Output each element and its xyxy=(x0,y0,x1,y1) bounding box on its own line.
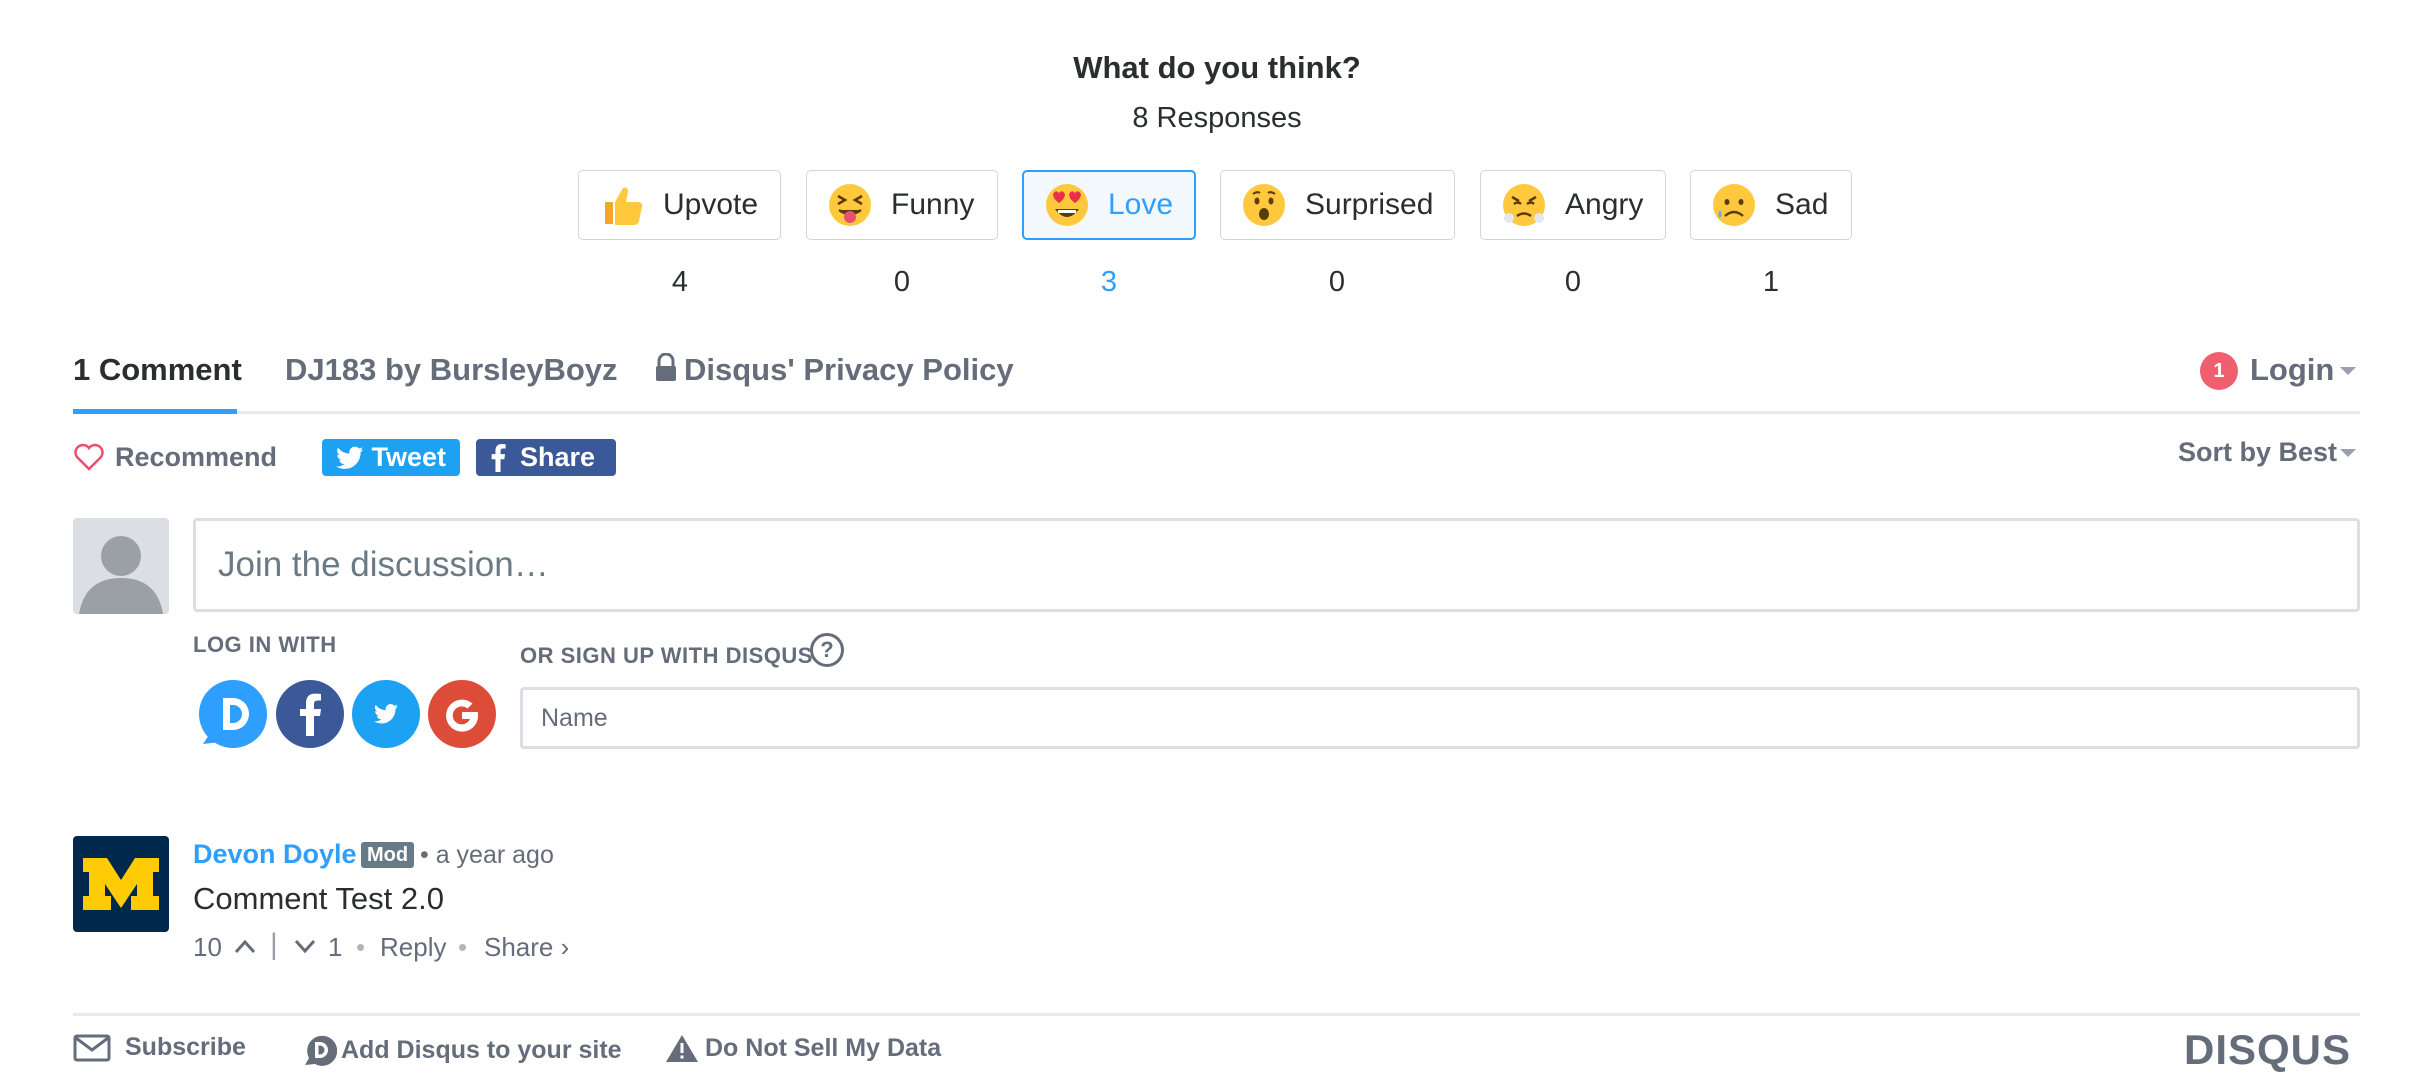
add-disqus-label: Add Disqus to your site xyxy=(341,1035,622,1064)
chevron-down-icon[interactable] xyxy=(2340,367,2356,375)
upvote-count: 10 xyxy=(193,932,222,962)
reaction-count-sad: 1 xyxy=(1762,266,1780,298)
reaction-sad-button[interactable]: Sad xyxy=(1690,170,1852,240)
reaction-label: Funny xyxy=(891,188,975,221)
comment-meta: • a year ago xyxy=(420,841,554,870)
comment-author[interactable]: Devon Doyle xyxy=(193,839,357,870)
chevron-down-icon[interactable] xyxy=(2340,449,2356,457)
add-disqus-link[interactable]: Add Disqus to your site xyxy=(303,1033,622,1067)
sad-sweat-icon xyxy=(1713,184,1755,226)
reaction-count-angry: 0 xyxy=(1564,266,1582,298)
tab-comments[interactable]: 1 Comment xyxy=(73,352,242,388)
avatar xyxy=(73,518,169,614)
facebook-share-button[interactable]: Share xyxy=(476,439,616,476)
tweet-label: Tweet xyxy=(371,442,446,472)
vote-divider: | xyxy=(270,928,278,961)
sort-dropdown[interactable]: Sort by Best xyxy=(2178,437,2337,468)
reaction-funny-button[interactable]: Funny xyxy=(806,170,998,240)
comment-text: Comment Test 2.0 xyxy=(193,881,444,916)
privacy-label: Disqus' Privacy Policy xyxy=(684,352,1014,387)
twitter-bird-icon xyxy=(336,446,364,469)
responses-count: 8 Responses xyxy=(1132,102,1302,134)
tongue-squint-icon xyxy=(829,184,871,226)
reaction-label: Upvote xyxy=(663,188,759,221)
tweet-button[interactable]: Tweet xyxy=(322,439,460,476)
nav-divider xyxy=(73,411,2360,414)
subscribe-label: Subscribe xyxy=(125,1033,246,1061)
reaction-count-surprised: 0 xyxy=(1328,266,1346,298)
dot-separator: • xyxy=(356,932,366,962)
reaction-angry-button[interactable]: Angry xyxy=(1480,170,1666,240)
recommend-button[interactable]: Recommend xyxy=(73,440,277,474)
comment-share-button[interactable]: Share › xyxy=(484,932,569,963)
tab-community[interactable]: DJ183 by BursleyBoyz xyxy=(285,352,618,388)
reactions-title: What do you think? xyxy=(1073,50,1361,85)
disqus-logo-icon xyxy=(203,686,267,747)
recommend-label: Recommend xyxy=(115,441,278,472)
active-tab-indicator xyxy=(73,409,237,414)
do-not-sell-link[interactable]: Do Not Sell My Data xyxy=(665,1033,941,1063)
twitter-login-button[interactable] xyxy=(352,680,420,748)
facebook-icon xyxy=(491,443,506,472)
reaction-surprised-button[interactable]: Surprised xyxy=(1220,170,1455,240)
notification-badge[interactable]: 1 xyxy=(2200,352,2238,390)
reaction-label: Angry xyxy=(1565,188,1644,221)
reaction-count-love: 3 xyxy=(1100,266,1118,298)
help-icon[interactable]: ? xyxy=(810,633,844,667)
warning-icon xyxy=(666,1035,698,1062)
footer-divider xyxy=(73,1013,2360,1016)
do-not-sell-label: Do Not Sell My Data xyxy=(705,1033,942,1062)
chevron-up-icon[interactable] xyxy=(233,937,257,955)
user-silhouette-icon xyxy=(79,536,163,614)
reaction-label: Love xyxy=(1108,188,1174,221)
reaction-love-button[interactable]: Love xyxy=(1022,170,1196,240)
subscribe-link[interactable]: Subscribe xyxy=(73,1033,246,1062)
heart-eyes-icon xyxy=(1046,184,1088,226)
reaction-count-funny: 0 xyxy=(893,266,911,298)
downvote-count: 1 xyxy=(328,932,343,962)
reply-button[interactable]: Reply xyxy=(380,932,446,963)
share-label: Share xyxy=(520,442,596,472)
chevron-down-icon[interactable] xyxy=(293,937,317,955)
tab-privacy-policy[interactable]: Disqus' Privacy Policy xyxy=(654,352,1014,388)
facebook-login-button[interactable] xyxy=(276,680,344,748)
disqus-login-button[interactable] xyxy=(199,680,267,748)
envelope-icon xyxy=(73,1034,111,1061)
lock-icon xyxy=(656,353,676,381)
mod-badge: Mod xyxy=(361,842,415,868)
hushed-face-icon xyxy=(1243,184,1285,226)
login-with-label: LOG IN WITH xyxy=(193,632,337,657)
steam-face-icon xyxy=(1503,184,1545,226)
google-icon xyxy=(446,699,479,732)
reaction-label: Sad xyxy=(1775,188,1829,221)
login-button[interactable]: Login xyxy=(2250,352,2334,388)
dot-separator: • xyxy=(420,841,436,869)
reaction-label: Surprised xyxy=(1305,188,1434,221)
google-login-button[interactable] xyxy=(428,680,496,748)
reaction-count-upvote: 4 xyxy=(671,266,689,298)
twitter-bird-icon xyxy=(374,704,398,724)
michigan-block-m-logo xyxy=(83,858,159,910)
signup-label: OR SIGN UP WITH DISQUS xyxy=(520,643,813,668)
name-field[interactable] xyxy=(520,687,2360,749)
dot-separator: • xyxy=(458,932,468,962)
disqus-d-icon xyxy=(305,1035,337,1066)
comment-timestamp[interactable]: a year ago xyxy=(436,841,554,869)
heart-icon xyxy=(74,443,104,471)
disqus-brand-logo[interactable]: DISQUS xyxy=(2184,1026,2351,1074)
thumbs-up-icon xyxy=(605,187,643,225)
commenter-avatar[interactable] xyxy=(73,836,169,932)
reaction-upvote-button[interactable]: Upvote xyxy=(578,170,781,240)
discussion-input[interactable] xyxy=(193,518,2360,612)
facebook-icon xyxy=(300,693,321,736)
